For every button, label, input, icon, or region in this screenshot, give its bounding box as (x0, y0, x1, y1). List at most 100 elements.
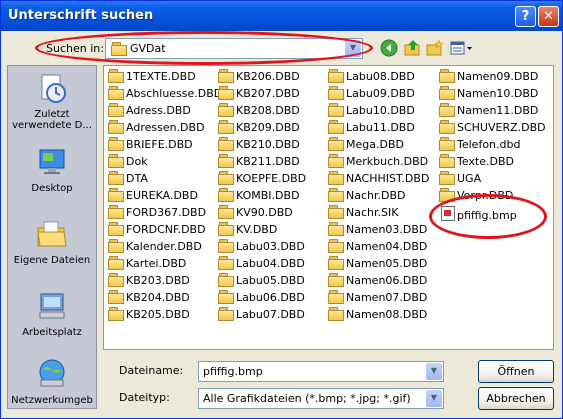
folder-item[interactable]: Nachr.SIK (328, 205, 398, 221)
folder-item-label: Labu08.DBD (346, 70, 415, 83)
folder-item[interactable]: Labu09.DBD (328, 86, 415, 102)
folder-item[interactable]: 1TEXTE.DBD (108, 69, 196, 85)
folder-item[interactable]: Merkbuch.DBD (328, 154, 428, 170)
new-folder-icon[interactable] (426, 39, 444, 57)
folder-item[interactable]: FORD367.DBD (108, 205, 206, 221)
place-network[interactable]: Netzwerkumgeb (8, 358, 96, 406)
folder-item[interactable]: Namen04.DBD (328, 239, 427, 255)
folder-item[interactable]: Kalender.DBD (108, 239, 202, 255)
folder-item[interactable]: KV90.DBD (218, 205, 293, 221)
folder-icon (218, 205, 234, 219)
folder-item[interactable]: Namen09.DBD (439, 69, 538, 85)
folder-item[interactable]: KB205.DBD (108, 307, 190, 323)
folder-item-label: KB206.DBD (236, 70, 300, 83)
place-recent[interactable]: Zuletzt verwendete D... (8, 72, 96, 131)
folder-icon (218, 188, 234, 202)
folder-item[interactable]: KB210.DBD (218, 137, 300, 153)
folder-item[interactable]: Labu10.DBD (328, 103, 415, 119)
folder-item[interactable]: DTA (108, 171, 148, 187)
folder-item[interactable]: Labu11.DBD (328, 120, 415, 136)
folder-item-label: KB210.DBD (236, 138, 300, 151)
folder-item[interactable]: EUREKA.DBD (108, 188, 198, 204)
filetype-dropdown[interactable]: Alle Grafikdateien (*.bmp; *.jpg; *.gif)… (198, 388, 444, 409)
folder-item[interactable]: Mega.DBD (328, 137, 404, 153)
chevron-down-icon[interactable]: ▼ (426, 363, 442, 380)
folder-icon (439, 188, 455, 202)
folder-item[interactable]: Namen06.DBD (328, 273, 427, 289)
place-my-documents[interactable]: Eigene Dateien (8, 218, 96, 266)
folder-item[interactable]: KB209.DBD (218, 120, 300, 136)
folder-item[interactable]: Kartei.DBD (108, 256, 186, 272)
folder-item[interactable]: Vorpr.DBD (439, 188, 513, 204)
folder-item[interactable]: KB208.DBD (218, 103, 300, 119)
place-desktop[interactable]: Desktop (8, 146, 96, 194)
folder-item[interactable]: Labu08.DBD (328, 69, 415, 85)
folder-item-label: Mega.DBD (346, 138, 404, 151)
folder-item[interactable]: KB211.DBD (218, 154, 300, 170)
folder-item[interactable]: Labu06.DBD (218, 290, 305, 306)
folder-item[interactable]: Adress.DBD (108, 103, 191, 119)
folder-item[interactable]: Adressen.DBD (108, 120, 205, 136)
place-my-computer[interactable]: Arbeitsplatz (8, 290, 96, 338)
views-menu-icon[interactable] (450, 39, 474, 57)
cancel-button[interactable]: Abbrechen (478, 387, 554, 410)
filename-field[interactable]: pfiffig.bmp ▼ (198, 361, 444, 382)
folder-item-label: Labu07.DBD (236, 308, 305, 321)
folder-item-label: Kalender.DBD (126, 240, 202, 253)
folder-icon (439, 137, 455, 151)
folder-icon (108, 137, 124, 151)
folder-item[interactable]: Namen08.DBD (328, 307, 427, 323)
folder-item[interactable]: Texte.DBD (439, 154, 514, 170)
folder-item[interactable]: KB203.DBD (108, 273, 190, 289)
folder-item[interactable]: Telefon.dbd (439, 137, 520, 153)
folder-icon (218, 69, 234, 83)
folder-item[interactable]: KOMBI.DBD (218, 188, 300, 204)
folder-item-label: KV.DBD (236, 223, 278, 236)
folder-item[interactable]: Namen05.DBD (328, 256, 427, 272)
folder-item-label: EUREKA.DBD (126, 189, 198, 202)
folder-icon (218, 290, 234, 304)
look-in-dropdown[interactable]: GVDat ▼ (105, 38, 363, 59)
file-list[interactable]: 1TEXTE.DBD Abschluesse.DBD Adress.DBD Adres… (103, 65, 554, 350)
up-folder-icon[interactable] (404, 39, 422, 57)
folder-item[interactable]: BRIEFE.DBD (108, 137, 193, 153)
folder-item[interactable]: KV.DBD (218, 222, 277, 238)
folder-item[interactable]: Labu05.DBD (218, 273, 305, 289)
folder-item-label: Nachr.DBD (346, 189, 406, 202)
folder-item-label: Namen10.DBD (457, 87, 539, 100)
file-item[interactable]: pfiffig.bmp (441, 206, 517, 222)
folder-item[interactable]: SCHUVERZ.DBD (439, 120, 546, 136)
folder-icon (218, 256, 234, 270)
folder-icon (328, 154, 344, 168)
my-computer-icon (39, 293, 65, 319)
folder-item-label: Telefon.dbd (457, 138, 521, 151)
folder-item[interactable]: Labu07.DBD (218, 307, 305, 323)
folder-item[interactable]: Abschluesse.DBD (108, 86, 222, 102)
folder-item[interactable]: UGA (439, 171, 481, 187)
folder-item[interactable]: Labu04.DBD (218, 256, 305, 272)
folder-icon (111, 42, 127, 56)
back-icon[interactable] (380, 39, 398, 57)
folder-item-label: KOEPFE.DBD (236, 172, 307, 185)
help-button[interactable]: ? (515, 6, 536, 27)
folder-item[interactable]: FORDCNF.DBD (108, 222, 206, 238)
folder-item[interactable]: Namen03.DBD (328, 222, 427, 238)
open-button[interactable]: Öffnen (478, 360, 554, 383)
folder-item[interactable]: Dok (108, 154, 148, 170)
folder-item[interactable]: Namen11.DBD (439, 103, 538, 119)
folder-item[interactable]: KOEPFE.DBD (218, 171, 306, 187)
folder-item[interactable]: KB207.DBD (218, 86, 300, 102)
folder-item-label: Namen09.DBD (457, 70, 539, 83)
chevron-down-icon[interactable]: ▼ (426, 390, 442, 407)
folder-item[interactable]: Namen10.DBD (439, 86, 538, 102)
folder-item[interactable]: Labu03.DBD (218, 239, 305, 255)
folder-item[interactable]: KB206.DBD (218, 69, 300, 85)
folder-item[interactable]: Namen07.DBD (328, 290, 427, 306)
chevron-down-icon[interactable]: ▼ (345, 40, 361, 57)
folder-item[interactable]: KB204.DBD (108, 290, 190, 306)
folder-item-label: Namen03.DBD (346, 223, 428, 236)
title-bar[interactable]: Unterschrift suchen ? ✕ (1, 1, 562, 31)
close-button[interactable]: ✕ (538, 6, 559, 27)
folder-item[interactable]: NACHHIST.DBD (328, 171, 429, 187)
folder-item[interactable]: Nachr.DBD (328, 188, 406, 204)
